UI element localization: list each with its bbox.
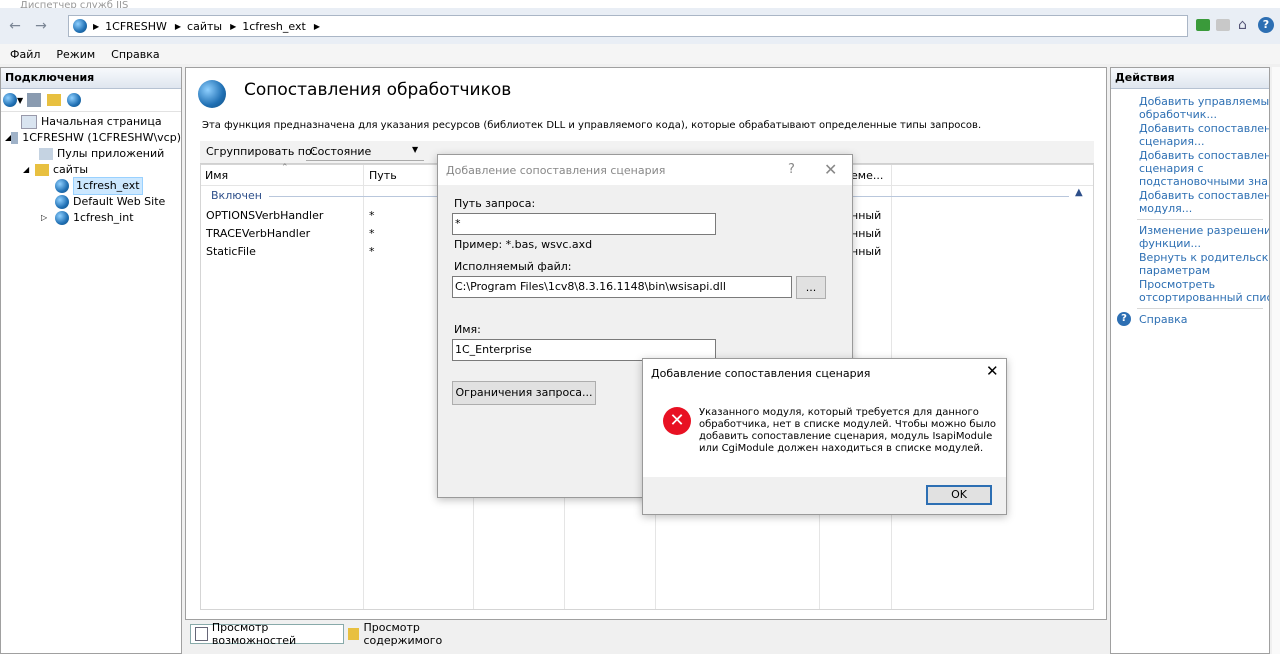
page-title: Сопоставления обработчиков bbox=[244, 80, 512, 100]
executable-label: Исполняемый файл: bbox=[454, 260, 572, 273]
ok-button[interactable]: OK bbox=[926, 485, 992, 505]
error-icon: ✕ bbox=[663, 407, 691, 435]
dialog-close-icon[interactable]: ✕ bbox=[824, 160, 837, 179]
divider bbox=[1137, 308, 1263, 309]
folder-icon bbox=[35, 164, 49, 176]
window-titlebar: Диспетчер служб IIS bbox=[0, 0, 1280, 8]
chevron-right-icon: ▶ bbox=[230, 21, 237, 31]
address-bar[interactable]: ▶ 1CFRESHW ▶ сайты ▶ 1cfresh_ext ▶ bbox=[68, 15, 1188, 37]
request-restrictions-button[interactable]: Ограничения запроса... bbox=[452, 381, 596, 405]
connections-tree: Начальная страница ◢ 1CFRESHW (1CFRESHW\… bbox=[1, 112, 181, 226]
navigation-bar: ← → ▶ 1CFRESHW ▶ сайты ▶ 1cfresh_ext ▶ ⌂… bbox=[0, 8, 1280, 45]
action-help[interactable]: ? Справка bbox=[1117, 312, 1269, 326]
breadcrumb-server[interactable]: 1CFRESHW bbox=[105, 20, 167, 33]
menu-bar: Файл Режим Справка bbox=[0, 44, 1280, 64]
action-add-script-map[interactable]: Добавить сопоставлениесценария... bbox=[1139, 122, 1269, 148]
error-message: Указанного модуля, который требуется для… bbox=[699, 407, 996, 454]
executable-input[interactable]: C:\Program Files\1cv8\8.3.16.1148\bin\ws… bbox=[452, 276, 792, 298]
tree-item-app-pools[interactable]: Пулы приложений bbox=[1, 146, 181, 162]
request-path-example: Пример: *.bas, wsvc.axd bbox=[454, 238, 593, 251]
sort-ascending-icon: ⌃ bbox=[281, 163, 289, 173]
action-add-module-map[interactable]: Добавить сопоставлениемодуля... bbox=[1139, 189, 1269, 215]
tab-content-view[interactable]: Просмотр содержимого bbox=[346, 621, 496, 647]
tree-item-start-page[interactable]: Начальная страница bbox=[1, 114, 181, 130]
content-view-icon bbox=[348, 628, 360, 640]
dialog-title: Добавление сопоставления сценария bbox=[446, 164, 666, 177]
chevron-down-icon[interactable]: ◢ bbox=[23, 162, 35, 178]
menu-view[interactable]: Режим bbox=[56, 48, 95, 61]
request-path-input[interactable]: * bbox=[452, 213, 716, 235]
home-icon[interactable]: ⌂ bbox=[1238, 17, 1247, 33]
divider bbox=[1137, 219, 1263, 220]
column-header-name[interactable]: Имя bbox=[205, 169, 228, 182]
site-icon bbox=[55, 211, 69, 225]
breadcrumb-sites[interactable]: сайты bbox=[187, 20, 222, 33]
stop-icon[interactable] bbox=[1216, 19, 1230, 31]
error-dialog-title: Добавление сопоставления сценария bbox=[651, 367, 871, 380]
column-header-partial[interactable]: еме... bbox=[851, 169, 883, 182]
error-dialog-footer: OK bbox=[643, 477, 1006, 514]
actions-list: Добавить управляемый обработчик... Добави… bbox=[1111, 89, 1269, 326]
actions-panel: Действия Добавить управляемый обработчик.… bbox=[1110, 67, 1270, 654]
group-by-label: Сгруппировать по: bbox=[206, 145, 316, 158]
chevron-down-icon: ▼ bbox=[412, 145, 419, 154]
window-title: Диспетчер служб IIS bbox=[20, 0, 129, 8]
disconnect-icon[interactable] bbox=[67, 93, 82, 107]
dialog-help-button[interactable]: ? bbox=[788, 162, 795, 177]
help-icon[interactable]: ? bbox=[1258, 17, 1274, 33]
name-label: Имя: bbox=[454, 323, 481, 336]
tree-item-server[interactable]: ◢ 1CFRESHW (1CFRESHW\vcp) bbox=[1, 130, 181, 146]
collapse-icon[interactable]: ▲ bbox=[1075, 187, 1083, 198]
connections-panel: Подключения ▼ Начальная страница ◢ 1CFRE… bbox=[0, 67, 182, 654]
handler-mappings-icon bbox=[198, 80, 226, 108]
connections-title: Подключения bbox=[1, 68, 181, 89]
globe-icon bbox=[73, 19, 87, 33]
chevron-right-icon: ▶ bbox=[174, 21, 182, 31]
chevron-right-icon[interactable]: ▷ bbox=[41, 210, 55, 226]
chevron-right-icon: ▶ bbox=[93, 21, 100, 31]
help-icon: ? bbox=[1117, 312, 1131, 326]
group-by-select[interactable]: Состояние ▼ bbox=[306, 143, 424, 161]
tree-item-1cfresh-int[interactable]: ▷ 1cfresh_int bbox=[1, 210, 181, 226]
back-icon[interactable]: ← bbox=[4, 15, 26, 37]
forward-icon[interactable]: → bbox=[30, 15, 52, 37]
page-icon bbox=[21, 115, 37, 129]
site-icon bbox=[55, 179, 69, 193]
tree-item-1cfresh-ext[interactable]: 1cfresh_ext bbox=[1, 177, 181, 195]
page-description: Эта функция предназначена для указания р… bbox=[202, 120, 982, 131]
error-dialog-close-icon[interactable]: ✕ bbox=[986, 362, 999, 380]
action-add-managed-handler[interactable]: Добавить управляемый обработчик... bbox=[1139, 95, 1269, 121]
connections-toolbar: ▼ bbox=[1, 89, 181, 112]
menu-help[interactable]: Справка bbox=[111, 48, 159, 61]
app-pool-icon bbox=[39, 148, 53, 160]
folder-up-icon[interactable] bbox=[47, 94, 62, 106]
request-path-label: Путь запроса: bbox=[454, 197, 536, 210]
breadcrumb-site[interactable]: 1cfresh_ext bbox=[242, 20, 306, 33]
menu-file[interactable]: Файл bbox=[10, 48, 40, 61]
browse-button[interactable]: ... bbox=[796, 276, 826, 299]
actions-title: Действия bbox=[1111, 68, 1269, 89]
chevron-down-icon[interactable]: ▼ bbox=[17, 96, 23, 105]
action-edit-feature-permissions[interactable]: Изменение разрешений функции... bbox=[1139, 224, 1269, 250]
refresh-icon[interactable] bbox=[1196, 19, 1210, 31]
chevron-right-icon: ▶ bbox=[313, 21, 320, 31]
features-view-icon bbox=[195, 627, 208, 641]
save-icon[interactable] bbox=[27, 93, 42, 107]
tab-features-view[interactable]: Просмотр возможностей bbox=[190, 621, 344, 647]
error-dialog: Добавление сопоставления сценария ✕ ✕ Ук… bbox=[642, 358, 1007, 515]
action-add-wildcard-script-map[interactable]: Добавить сопоставлен сценария с подстаново… bbox=[1139, 149, 1269, 188]
server-icon bbox=[11, 132, 19, 144]
dialog-titlebar: Добавление сопоставления сценария ? ✕ bbox=[438, 155, 852, 185]
site-icon bbox=[55, 195, 69, 209]
action-revert-to-parent[interactable]: Вернуть к родительским параметрам bbox=[1139, 251, 1269, 277]
connect-icon[interactable] bbox=[3, 93, 17, 107]
column-header-path[interactable]: Путь bbox=[369, 169, 397, 182]
window-edge bbox=[1272, 67, 1280, 654]
tree-item-sites[interactable]: ◢ сайты bbox=[1, 162, 181, 178]
tree-item-default-web-site[interactable]: Default Web Site bbox=[1, 194, 181, 210]
action-view-ordered-list[interactable]: Просмотреть отсортированный списо bbox=[1139, 278, 1269, 304]
